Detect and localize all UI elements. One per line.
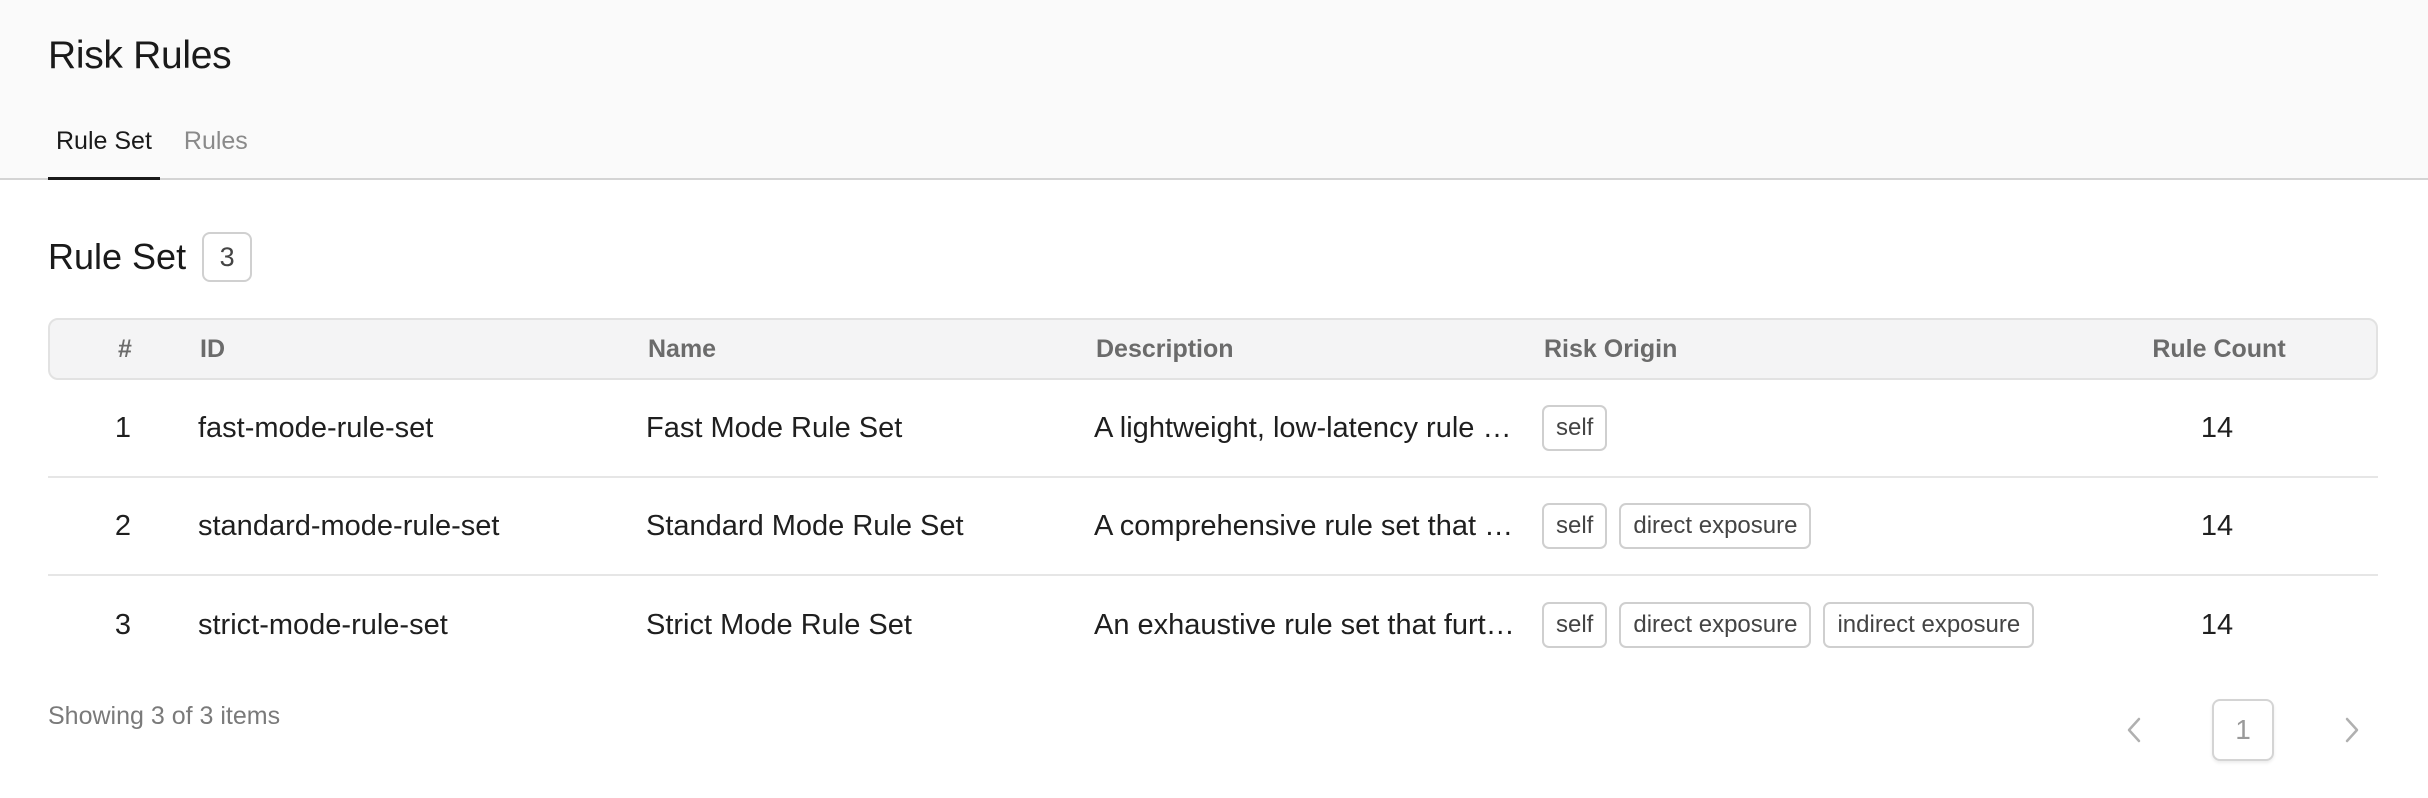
page-number-button[interactable]: 1	[2212, 699, 2274, 761]
description-text: A comprehensive rule set that …	[1094, 509, 1514, 542]
row-rule-count: 14	[2200, 411, 2234, 444]
table-row[interactable]: 3 strict-mode-rule-set Strict Mode Rule …	[48, 576, 2378, 674]
rule-set-table: # ID Name Description Risk Origin Rule C…	[48, 318, 2378, 674]
tab-rule-set[interactable]: Rule Set	[48, 118, 160, 180]
section-header: Rule Set 3	[48, 232, 253, 282]
column-header-risk-origin: Risk Origin	[1544, 334, 1678, 363]
tab-label: Rule Set	[56, 127, 152, 155]
tab-label: Rules	[183, 127, 248, 155]
tab-bar: Rule Set Rules	[48, 118, 272, 180]
prev-page-button[interactable]	[2106, 698, 2162, 762]
risk-origin-tag: direct exposure	[1619, 503, 1812, 549]
table-row[interactable]: 2 standard-mode-rule-set Standard Mode R…	[48, 478, 2378, 576]
table-row[interactable]: 1 fast-mode-rule-set Fast Mode Rule Set …	[48, 380, 2378, 478]
row-number: 1	[114, 411, 132, 444]
row-rule-count: 14	[2200, 608, 2234, 641]
column-header-id: ID	[200, 334, 225, 363]
column-header-description: Description	[1096, 334, 1234, 363]
row-name: Strict Mode Rule Set	[646, 608, 912, 641]
section-title: Rule Set	[48, 236, 187, 277]
chevron-left-icon	[2127, 717, 2141, 743]
row-risk-origin: self direct exposure	[1542, 503, 2062, 549]
column-header-num: #	[118, 334, 132, 363]
chevron-right-icon	[2345, 717, 2359, 743]
pagination-summary: Showing 3 of 3 items	[48, 702, 281, 730]
row-description: A comprehensive rule set that …	[1094, 510, 1542, 543]
page-header: Risk Rules Rule Set Rules	[0, 0, 2428, 180]
risk-origin-tag: self	[1542, 503, 1608, 549]
tab-rules[interactable]: Rules	[176, 118, 256, 180]
row-description: An exhaustive rule set that furt…	[1094, 609, 1542, 642]
row-name: Fast Mode Rule Set	[646, 411, 903, 444]
count-badge: 3	[202, 232, 253, 282]
next-page-button[interactable]	[2324, 698, 2380, 762]
pagination: 1	[2106, 698, 2380, 762]
row-risk-origin: self direct exposure indirect exposure	[1542, 602, 2062, 648]
row-name: Standard Mode Rule Set	[646, 509, 964, 542]
description-text: An exhaustive rule set that furt…	[1094, 608, 1515, 641]
row-number: 2	[114, 509, 132, 542]
row-id: standard-mode-rule-set	[198, 509, 500, 542]
page-title: Risk Rules	[48, 34, 232, 77]
column-header-name: Name	[648, 334, 717, 363]
row-description: A lightweight, low-latency rule …	[1094, 412, 1542, 445]
row-rule-count: 14	[2200, 509, 2234, 542]
row-number: 3	[114, 608, 132, 641]
risk-origin-tag: indirect exposure	[1823, 602, 2035, 648]
table-header: # ID Name Description Risk Origin Rule C…	[48, 318, 2378, 380]
risk-origin-tag: self	[1542, 405, 1608, 451]
column-header-rule-count: Rule Count	[2152, 334, 2286, 363]
row-risk-origin: self	[1542, 405, 2062, 451]
risk-rules-page: Risk Rules Rule Set Rules Rule Set 3 # I…	[0, 0, 2428, 798]
description-text: A lightweight, low-latency rule …	[1094, 411, 1512, 444]
risk-origin-tag: direct exposure	[1619, 602, 1812, 648]
row-id: strict-mode-rule-set	[198, 608, 448, 641]
risk-origin-tag: self	[1542, 602, 1608, 648]
row-id: fast-mode-rule-set	[198, 411, 434, 444]
